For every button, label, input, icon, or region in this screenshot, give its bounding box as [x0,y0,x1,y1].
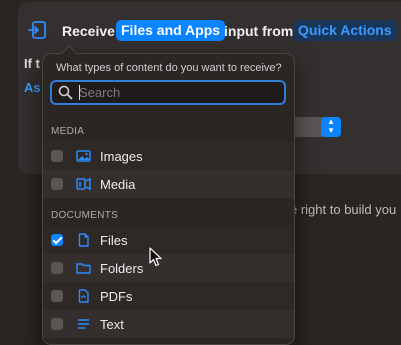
document-icon [78,233,89,247]
search-icon [58,85,73,100]
popup-select[interactable]: ▴ ▾ [289,117,341,137]
hint-text: e right to build you [290,202,397,217]
list-item-folders[interactable]: Folders [43,254,294,282]
images-label: Images [100,149,143,164]
media-icon [76,177,91,191]
pdfs-label: PDFs [100,289,133,304]
popover-arrow-fill [62,47,76,54]
pdfs-checkbox[interactable] [51,290,63,302]
folders-checkbox[interactable] [51,262,63,274]
text-checkbox[interactable] [51,318,63,330]
popover-question: What types of content do you want to rec… [56,62,282,74]
list-item-files[interactable]: Files [43,226,294,254]
media-label: Media [100,177,136,192]
text-caret [79,85,80,100]
media-checkbox[interactable] [51,178,63,190]
text-icon [78,319,89,329]
pdf-icon [78,289,89,303]
section-header-documents: DOCUMENTS [51,210,119,221]
search-field[interactable] [50,80,286,105]
files-label: Files [100,233,128,248]
source-pill[interactable]: Quick Actions [293,20,397,41]
folders-label: Folders [100,261,144,276]
list-item-images[interactable]: Images [43,142,294,170]
as-option-partial[interactable]: As [24,80,41,95]
content-type-pill[interactable]: Files and Apps [116,20,226,41]
list-item-pdfs[interactable]: PDFs [43,282,294,310]
list-item-text[interactable]: Text [43,310,294,338]
if-label-partial: If t [24,56,40,71]
text-label: Text [100,317,124,332]
content-types-popover: What types of content do you want to rec… [42,53,295,345]
files-checkbox[interactable] [51,234,63,246]
input-from-label: input from [224,23,294,39]
section-header-media: MEDIA [51,126,85,137]
receive-label: Receive [62,23,115,39]
mouse-pointer-icon [149,247,162,267]
receive-input-icon [28,21,46,39]
search-input[interactable] [79,83,274,101]
chevron-up-down-icon: ▴ ▾ [321,117,341,137]
folder-icon [76,263,91,274]
list-item-media[interactable]: Media [43,170,294,198]
photo-icon [76,150,91,162]
images-checkbox[interactable] [51,150,63,162]
